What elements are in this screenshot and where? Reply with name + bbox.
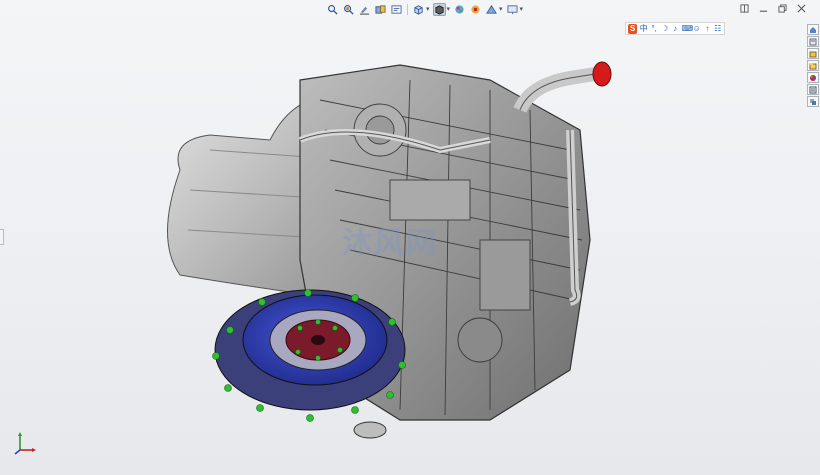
intake-cap: [592, 61, 612, 87]
chevron-down-icon[interactable]: ▾: [447, 5, 451, 13]
resources-icon[interactable]: [807, 36, 819, 47]
split-view-icon[interactable]: [739, 3, 749, 13]
design-library-icon[interactable]: [807, 48, 819, 59]
custom-properties-icon[interactable]: [807, 84, 819, 95]
ime-menu-button[interactable]: ☷: [713, 23, 722, 34]
section-view-icon[interactable]: [374, 3, 387, 16]
ime-voice-button[interactable]: ♪: [671, 23, 680, 34]
chevron-down-icon[interactable]: ▾: [520, 5, 524, 13]
previous-view-icon[interactable]: [358, 3, 371, 16]
ime-lang-toggle[interactable]: 中: [639, 23, 648, 34]
ime-theme-toggle[interactable]: ☽: [660, 23, 669, 34]
heads-up-view-toolbar: ▾ ▾ ▾ ▾: [326, 2, 523, 16]
appearances-icon[interactable]: [807, 72, 819, 83]
ime-keyboard-button[interactable]: ⌨: [681, 23, 693, 34]
reference-triad: [14, 432, 36, 455]
task-pane-tabs: [807, 24, 820, 107]
viewport-window-controls: [739, 3, 806, 13]
display-style-icon[interactable]: [432, 2, 446, 16]
view-settings-icon[interactable]: [506, 3, 519, 16]
ime-toolbar: S 中 °, ☽ ♪ ⌨ ☺ ↑ ☷: [625, 22, 725, 35]
file-explorer-icon[interactable]: [807, 60, 819, 71]
dynamic-annotation-icon[interactable]: [390, 3, 403, 16]
chevron-down-icon[interactable]: ▾: [426, 5, 430, 13]
ime-punctuation-toggle[interactable]: °,: [650, 23, 659, 34]
graphics-area[interactable]: ▾ ▾ ▾ ▾ S 中 °, ☽ ♪ ⌨ ☺ ↑ ☷ 沐风网: [0, 0, 820, 475]
view-palette-icon[interactable]: [807, 96, 819, 107]
apply-scene-icon[interactable]: [485, 3, 498, 16]
close-icon[interactable]: [796, 3, 806, 13]
edit-appearance-icon[interactable]: [469, 3, 482, 16]
restore-icon[interactable]: [777, 3, 787, 13]
watermark-text: 沐风网: [342, 226, 438, 261]
home-icon[interactable]: [807, 24, 819, 35]
feature-manager-collapse-handle[interactable]: [0, 229, 4, 245]
ime-skin-button[interactable]: ↑: [703, 23, 712, 34]
ime-emoji-button[interactable]: ☺: [692, 23, 701, 34]
chevron-down-icon[interactable]: ▾: [499, 5, 503, 13]
minimize-icon[interactable]: [758, 3, 768, 13]
zoom-to-area-icon[interactable]: [342, 3, 355, 16]
hide-show-items-icon[interactable]: [453, 3, 466, 16]
view-orientation-icon[interactable]: [412, 3, 425, 16]
ime-logo[interactable]: S: [628, 23, 638, 34]
toolbar-separator: [407, 3, 408, 15]
zoom-to-fit-icon[interactable]: [326, 3, 339, 16]
